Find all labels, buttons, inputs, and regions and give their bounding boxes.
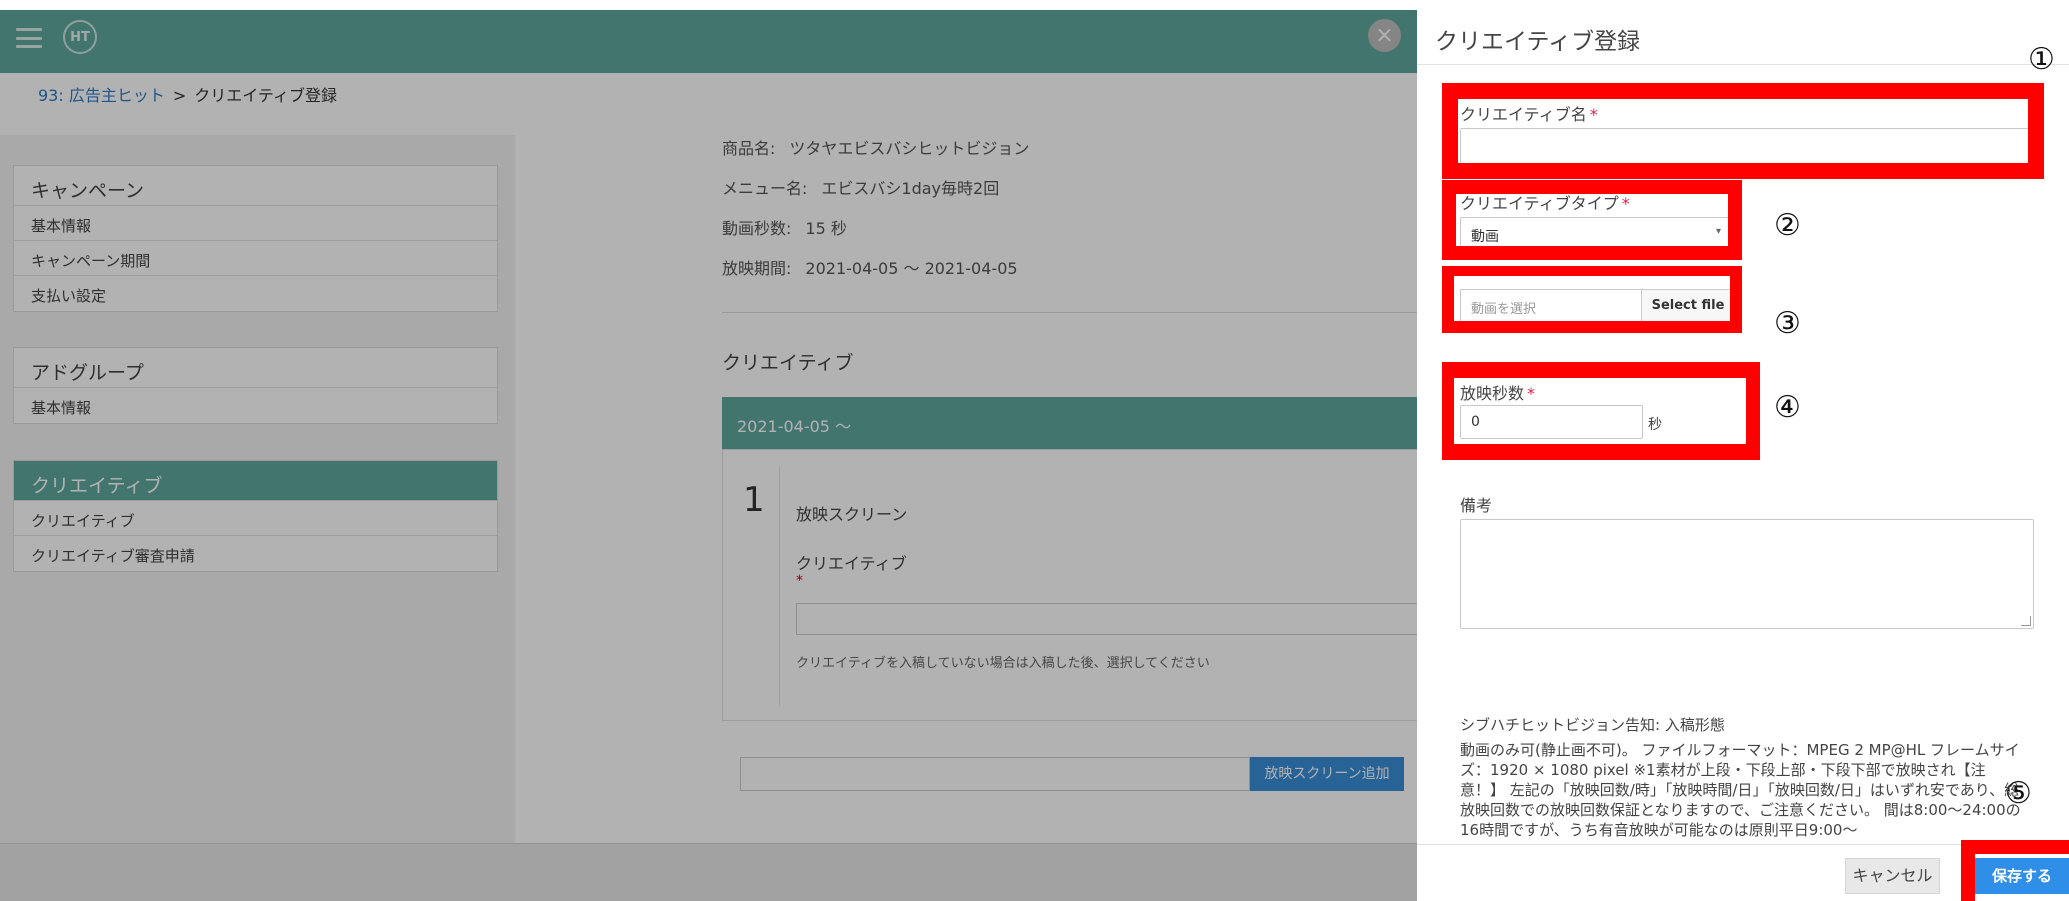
annotation-box-1 — [1442, 83, 2044, 179]
notice-title: シブハチヒットビジョン告知: 入稿形態 — [1460, 716, 1725, 734]
annotation-marker-2: ② — [1774, 208, 1801, 243]
annotation-marker-5: ⑤ — [2005, 776, 2032, 811]
notice-body: 動画のみ可(静止画不可)。 ファイルフォーマット：MPEG 2 MP@HL フレ… — [1460, 741, 2021, 839]
modal-overlay[interactable] — [0, 10, 1417, 901]
drawer-title: クリエイティブ登録 — [1435, 29, 1641, 55]
annotation-marker-1: ① — [2028, 42, 2055, 77]
annotation-box-2 — [1442, 180, 1742, 260]
notes-label: 備考 — [1460, 496, 1493, 515]
annotation-box-5 — [1961, 840, 2069, 901]
notes-textarea[interactable] — [1460, 519, 2034, 629]
annotation-box-3 — [1442, 266, 1742, 333]
cancel-button[interactable]: キャンセル — [1845, 858, 1940, 894]
annotation-marker-4: ④ — [1774, 390, 1801, 425]
resize-handle[interactable] — [2021, 616, 2031, 626]
annotation-box-4 — [1442, 362, 1760, 460]
divider — [1417, 64, 2069, 65]
annotation-marker-3: ③ — [1774, 306, 1801, 341]
